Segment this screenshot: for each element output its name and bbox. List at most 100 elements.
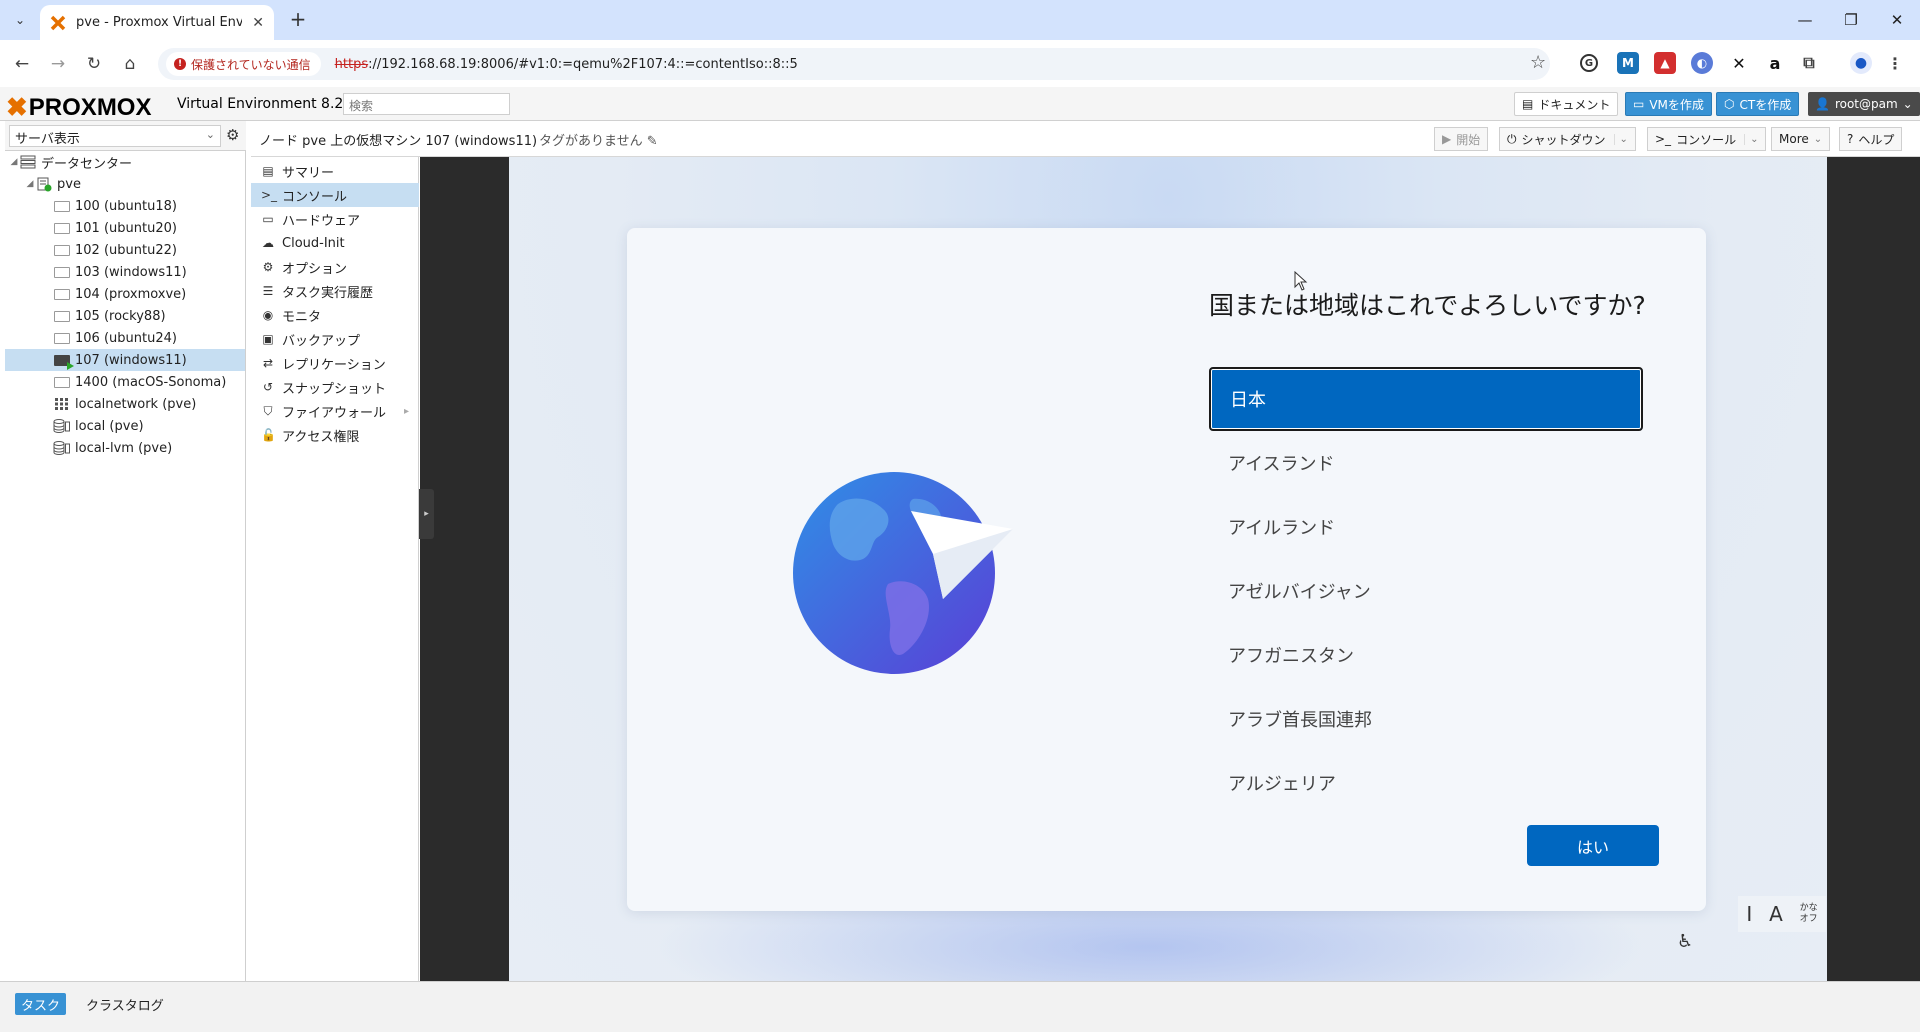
country-item[interactable]: アフガニスタン [1209, 623, 1643, 687]
search-input[interactable]: 検索 [343, 93, 510, 115]
collapse-triangle-icon[interactable]: ◢ [9, 157, 19, 167]
view-select[interactable]: サーバ表示 ⌄ [9, 125, 221, 147]
menu-item-hardware[interactable]: ▭ ハードウェア [251, 207, 419, 231]
address-bar[interactable]: ! 保護されていない通信 https://192.168.68.19:8006/… [158, 48, 1550, 80]
proxmox-logo: ✖ PROXMOX [6, 92, 152, 122]
extensions-puzzle-icon[interactable]: ⧉ [1798, 52, 1820, 74]
bookmark-star-icon[interactable]: ☆ [1530, 52, 1546, 73]
collapse-panel-handle-icon[interactable]: ▸ [419, 489, 434, 539]
close-tab-icon[interactable]: ✕ [252, 15, 264, 31]
menu-item-task-history[interactable]: ☰ タスク実行履歴 [251, 279, 419, 303]
tree-item-network[interactable]: localnetwork (pve) [5, 393, 245, 415]
vm-submenu: ▤ サマリー >_ コンソール ▭ ハードウェア ☁ Cloud-Init ⚙ オプション… [251, 157, 419, 981]
region-question-heading: 国または地域はこれでよろしいですか? [1209, 291, 1646, 320]
tree-item-vm[interactable]: 106 (ubuntu24) [5, 327, 245, 349]
pencil-icon[interactable]: ✎ [647, 134, 658, 149]
minimize-window-icon[interactable]: — [1782, 0, 1828, 40]
menu-item-cloud-init[interactable]: ☁ Cloud-Init [251, 231, 419, 255]
extension-g-icon[interactable]: G [1580, 54, 1598, 72]
chevron-down-icon[interactable]: ⌄ [1744, 133, 1758, 145]
eye-icon: ◉ [262, 308, 274, 322]
extension-x-icon[interactable]: ✕ [1728, 52, 1750, 74]
globe-paper-plane-icon [793, 472, 1013, 674]
country-item[interactable]: アゼルバイジャン [1209, 559, 1643, 623]
tree-item-node[interactable]: ◢ pve [5, 173, 245, 195]
browser-tab[interactable]: pve - Proxmox Virtual Environment ✕ [40, 5, 274, 40]
browser-menu-icon[interactable]: ⋮ [1884, 52, 1906, 74]
country-item[interactable]: アイスランド [1209, 431, 1643, 495]
tree-item-vm[interactable]: 101 (ubuntu20) [5, 217, 245, 239]
url-text[interactable]: https://192.168.68.19:8006/#v1:0:=qemu%2… [335, 57, 798, 72]
browser-tab-title: pve - Proxmox Virtual Environment [76, 15, 243, 30]
tab-tasks[interactable]: タスク [15, 993, 67, 1015]
country-list[interactable]: 日本 アイスランド アイルランド アゼルバイジャン アフガニスタン アラブ首長国… [1209, 367, 1643, 792]
more-button[interactable]: More ⌄ [1771, 127, 1831, 151]
create-vm-button[interactable]: ▭ VMを作成 [1625, 92, 1712, 116]
new-tab-button[interactable]: + [284, 8, 312, 32]
storage-database-icon [53, 419, 71, 433]
country-item[interactable]: アイルランド [1209, 495, 1643, 559]
menu-item-firewall[interactable]: ⛉ ファイアウォール ▸ [251, 399, 419, 423]
home-icon[interactable]: ⌂ [116, 50, 144, 78]
extension-compass-icon[interactable]: ◐ [1691, 52, 1713, 74]
menu-item-backup[interactable]: ▣ バックアップ [251, 327, 419, 351]
create-ct-button[interactable]: ⬡ CTを作成 [1716, 92, 1800, 116]
extension-a-icon[interactable]: a [1764, 52, 1786, 74]
extension-m-icon[interactable]: M [1617, 52, 1639, 74]
menu-item-permissions[interactable]: 🔓 アクセス権限 [251, 423, 419, 447]
forward-icon[interactable]: → [44, 50, 72, 78]
tree-item-vm-selected[interactable]: 107 (windows11) [5, 349, 245, 371]
menu-item-snapshot[interactable]: ↺ スナップショット [251, 375, 419, 399]
menu-item-options[interactable]: ⚙ オプション [251, 255, 419, 279]
ime-indicator[interactable]: I A かな オフ [1738, 896, 1826, 932]
floppy-icon: ▣ [262, 332, 274, 346]
console-button[interactable]: >_ コンソール ⌄ [1647, 127, 1767, 151]
extension-pdf-icon[interactable]: ▲ [1654, 52, 1676, 74]
shutdown-button[interactable]: ⏻ シャットダウン ⌄ [1499, 127, 1636, 151]
tab-cluster-log[interactable]: クラスタログ [80, 993, 170, 1015]
user-menu-button[interactable]: 👤 root@pam ⌄ [1808, 92, 1920, 116]
security-chip[interactable]: ! 保護されていない通信 [166, 52, 321, 76]
tree-item-datacenter[interactable]: ◢ データセンター [5, 151, 245, 173]
desktop-icon: ▭ [1633, 97, 1645, 111]
chevron-down-icon: ⌄ [205, 128, 215, 141]
tree-item-vm[interactable]: 104 (proxmoxve) [5, 283, 245, 305]
collapse-triangle-icon[interactable]: ◢ [25, 179, 35, 189]
back-icon[interactable]: ← [8, 50, 36, 78]
vm-content-header: ノード pve 上の仮想マシン 107 (windows11) タグがありません… [251, 121, 1920, 157]
country-item[interactable]: アラブ首長国連邦 [1209, 687, 1643, 751]
menu-item-replication[interactable]: ⇄ レプリケーション [251, 351, 419, 375]
tree-item-vm[interactable]: 100 (ubuntu18) [5, 195, 245, 217]
reload-icon[interactable]: ↻ [80, 50, 108, 78]
tree-item-storage[interactable]: local (pve) [5, 415, 245, 437]
bottom-log-panel: タスク クラスタログ [0, 981, 1920, 1032]
chevron-down-icon: ⌄ [1813, 133, 1823, 145]
tree-item-vm[interactable]: 1400 (macOS-Sonoma) [5, 371, 245, 393]
tags-area[interactable]: タグがありません ✎ [539, 130, 658, 149]
profile-avatar-icon[interactable]: ● [1850, 52, 1872, 74]
help-button[interactable]: ? ヘルプ [1839, 127, 1903, 151]
vm-monitor-icon [53, 309, 71, 323]
chevron-down-icon[interactable]: ⌄ [1613, 133, 1628, 145]
tree-item-storage[interactable]: local-lvm (pve) [5, 437, 245, 459]
country-item[interactable]: アルジェリア [1209, 751, 1643, 792]
tab-search-chevron-icon[interactable]: ⌄ [8, 8, 32, 32]
tree-item-vm[interactable]: 103 (windows11) [5, 261, 245, 283]
menu-item-console[interactable]: >_ コンソール [251, 183, 419, 207]
close-window-icon[interactable]: ✕ [1874, 0, 1920, 40]
country-item-selected[interactable]: 日本 [1209, 367, 1643, 431]
menu-item-monitor[interactable]: ◉ モニタ [251, 303, 419, 327]
restore-window-icon[interactable]: ❐ [1828, 0, 1874, 40]
proxmox-header: ✖ PROXMOX Virtual Environment 8.2.2 検索 ▤ ド… [0, 87, 1920, 122]
gear-icon[interactable]: ⚙ [226, 126, 239, 144]
tree-item-vm[interactable]: 102 (ubuntu22) [5, 239, 245, 261]
browser-tab-strip: ⌄ pve - Proxmox Virtual Environment ✕ + … [0, 0, 1920, 40]
tree-item-vm[interactable]: 105 (rocky88) [5, 305, 245, 327]
accessibility-icon[interactable]: ♿ [1677, 931, 1693, 952]
list-icon: ☰ [262, 284, 274, 298]
power-icon: ⏻ [1507, 131, 1517, 146]
documentation-button[interactable]: ▤ ドキュメント [1514, 92, 1619, 116]
start-button[interactable]: ▶ 開始 [1434, 127, 1489, 151]
menu-item-summary[interactable]: ▤ サマリー [251, 159, 419, 183]
yes-button[interactable]: はい [1527, 825, 1659, 866]
